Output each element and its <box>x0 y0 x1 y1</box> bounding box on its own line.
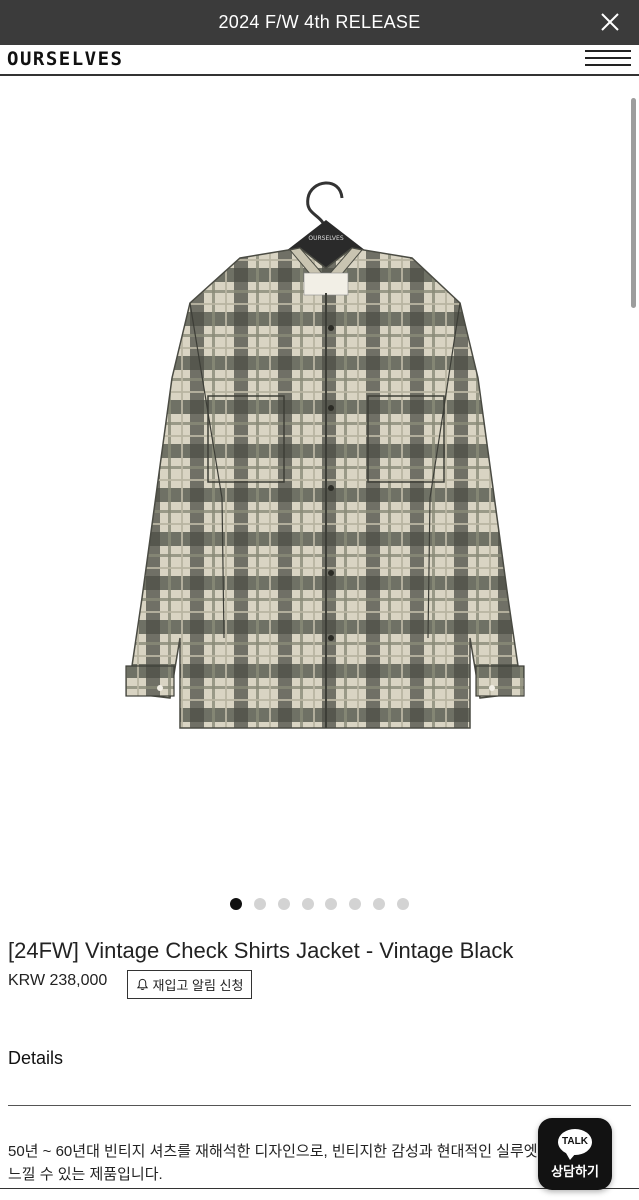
pagination-dot[interactable] <box>302 898 314 910</box>
product-price: KRW 238,000 <box>8 972 108 989</box>
tab-row <box>0 1188 639 1200</box>
brand-logo[interactable]: OURSELVES <box>7 48 123 70</box>
site-header: OURSELVES <box>0 45 639 76</box>
product-image[interactable]: OURSELVES <box>0 78 639 888</box>
product-title: [24FW] Vintage Check Shirts Jacket - Vin… <box>8 938 514 963</box>
pagination-dot[interactable] <box>254 898 266 910</box>
divider <box>8 1105 631 1106</box>
scrollbar[interactable] <box>631 98 636 308</box>
pagination-dot[interactable] <box>230 898 242 910</box>
kakao-label: 상담하기 <box>551 1163 599 1179</box>
svg-text:OURSELVES: OURSELVES <box>308 235 343 242</box>
pagination-dot[interactable] <box>325 898 337 910</box>
shirt-illustration: OURSELVES <box>125 181 525 729</box>
pagination-dot[interactable] <box>373 898 385 910</box>
image-pagination <box>0 898 639 912</box>
restock-label: 재입고 알림 신청 <box>152 978 244 993</box>
hamburger-menu-icon[interactable] <box>585 50 631 70</box>
pagination-dot[interactable] <box>349 898 361 910</box>
kakao-talk-icon: TALK <box>558 1128 592 1160</box>
restock-alert-button[interactable]: 재입고 알림 신청 <box>127 970 252 999</box>
bell-icon <box>136 978 148 990</box>
details-heading[interactable]: Details <box>8 1048 63 1069</box>
product-description: 50년 ~ 60년대 빈티지 셔츠를 재해석한 디자인으로, 빈티지한 감성과 … <box>8 1143 597 1183</box>
kakao-chat-button[interactable]: TALK 상담하기 <box>538 1118 612 1190</box>
promo-banner: 2024 F/W 4th RELEASE <box>0 0 639 45</box>
promo-text: 2024 F/W 4th RELEASE <box>218 12 421 32</box>
close-icon[interactable] <box>599 11 621 33</box>
pagination-dot[interactable] <box>397 898 409 910</box>
pagination-dot[interactable] <box>278 898 290 910</box>
